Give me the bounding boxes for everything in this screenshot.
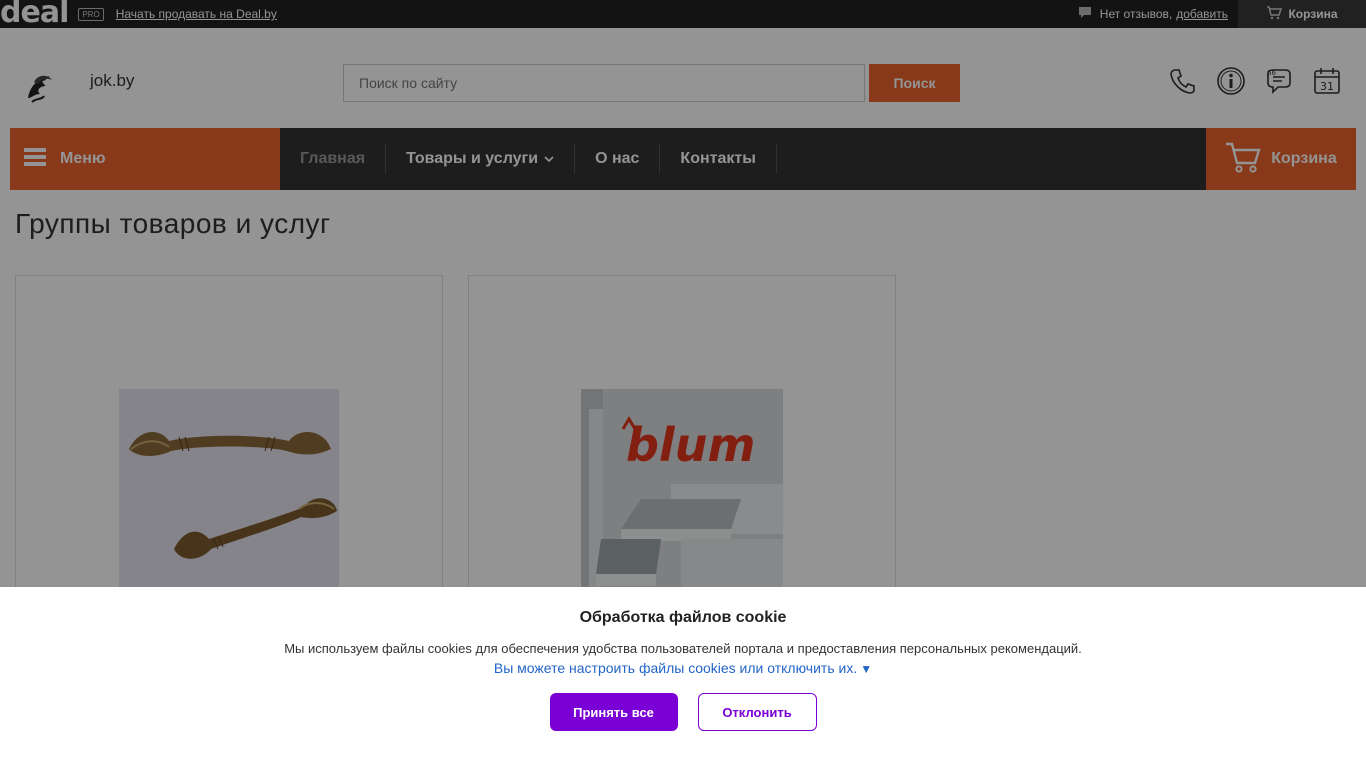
decline-button[interactable]: Отклонить — [697, 693, 817, 731]
accept-all-button[interactable]: Принять все — [549, 693, 678, 731]
page: deal PRO Начать продавать на Deal.by Нет… — [0, 0, 1366, 768]
cookie-settings-link-label: Вы можете настроить файлы cookies или от… — [493, 660, 858, 676]
cookie-text: Мы используем файлы cookies для обеспече… — [284, 641, 1082, 656]
cookie-banner: Обработка файлов cookie Мы используем фа… — [0, 587, 1366, 768]
cookie-settings-link[interactable]: Вы можете настроить файлы cookies или от… — [0, 660, 1366, 676]
cookie-buttons: Принять все Отклонить — [0, 693, 1366, 731]
cookie-title: Обработка файлов cookie — [579, 609, 787, 626]
triangle-down-icon: ▼ — [860, 662, 873, 676]
